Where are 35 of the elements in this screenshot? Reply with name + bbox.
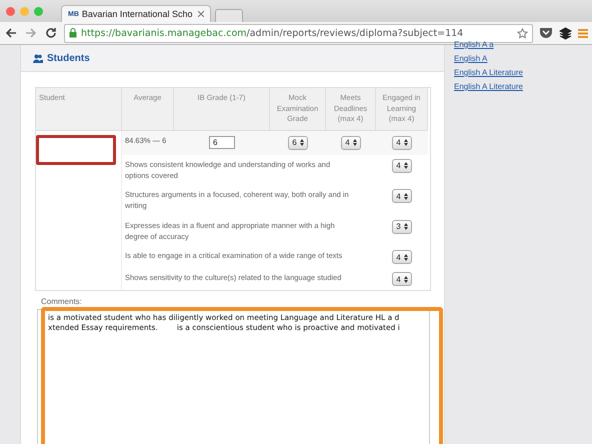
people-icon: [33, 54, 43, 62]
forward-icon[interactable]: [24, 26, 38, 40]
subject-link[interactable]: English A Literature: [454, 82, 592, 91]
close-window-button[interactable]: [6, 6, 15, 16]
shield-icon[interactable]: [539, 27, 553, 39]
back-icon[interactable]: [4, 26, 18, 40]
stepper-arrows-icon: [404, 254, 408, 260]
grade-dropdown[interactable]: 4: [392, 272, 412, 286]
subject-link[interactable]: English A a: [454, 40, 592, 49]
subject-link[interactable]: English A: [454, 54, 592, 63]
ib-grade-input[interactable]: 6: [209, 136, 235, 148]
stepper-arrows-icon: [404, 276, 408, 282]
bookmark-star-icon[interactable]: [517, 28, 528, 38]
layers-icon[interactable]: [559, 26, 572, 40]
comments-label: Comments:: [41, 297, 83, 306]
address-bar[interactable]: https://bavarianis.managebac.com/admin/reports/reviews/diploma?subject=114: [64, 24, 533, 42]
menu-icon[interactable]: [578, 28, 588, 38]
stepper-arrows-icon: [352, 139, 357, 146]
grade-dropdown[interactable]: 3: [392, 220, 412, 234]
reload-icon[interactable]: [44, 26, 58, 40]
subject-link[interactable]: English A Literature: [454, 68, 592, 77]
grade-dropdown[interactable]: 4: [392, 189, 412, 203]
stepper-arrows-icon: [404, 139, 408, 146]
grade-dropdown[interactable]: 4: [392, 136, 412, 150]
grade-dropdown[interactable]: 4: [392, 250, 412, 264]
section-title: Students: [47, 52, 90, 64]
grade-dropdown[interactable]: 6: [288, 136, 308, 150]
stepper-arrows-icon: [404, 223, 408, 230]
lock-icon: [69, 28, 77, 38]
stepper-arrows-icon: [404, 162, 408, 169]
close-tab-icon[interactable]: [198, 11, 204, 17]
grade-dropdown[interactable]: 4: [341, 136, 361, 150]
stepper-arrows-icon: [404, 192, 408, 200]
grade-dropdown[interactable]: 4: [392, 158, 412, 172]
stepper-arrows-icon: [300, 139, 304, 146]
